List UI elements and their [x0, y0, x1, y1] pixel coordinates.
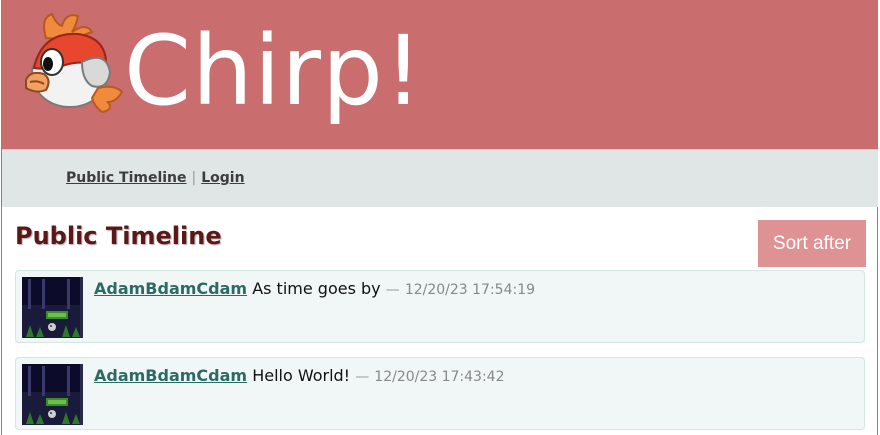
- message-author-link[interactable]: AdamBdamCdam: [94, 366, 247, 385]
- nav-separator: |: [191, 170, 197, 186]
- user-avatar[interactable]: [22, 277, 83, 338]
- page-title: Public Timeline: [15, 222, 222, 250]
- message-timestamp: 12/20/23 17:54:19: [404, 282, 536, 298]
- nav-link-public-timeline[interactable]: Public Timeline: [66, 170, 187, 186]
- message-item: AdamBdamCdam As time goes by — 12/20/23 …: [15, 270, 865, 343]
- message-timestamp: 12/20/23 17:43:42: [374, 369, 505, 385]
- sort-button[interactable]: Sort after: [758, 220, 866, 267]
- header-banner: Chirp!: [2, 0, 878, 149]
- message-text: As time goes by: [252, 279, 381, 298]
- nav-link-login[interactable]: Login: [201, 170, 244, 186]
- bird-logo-icon: [25, 12, 124, 114]
- message-content: AdamBdamCdam Hello World! — 12/20/23 17:…: [94, 366, 505, 385]
- message-dash: —: [385, 282, 400, 298]
- app-title: Chirp!: [124, 15, 424, 127]
- message-item: AdamBdamCdam Hello World! — 12/20/23 17:…: [15, 357, 865, 430]
- message-content: AdamBdamCdam As time goes by — 12/20/23 …: [94, 279, 535, 298]
- message-text: Hello World!: [252, 366, 351, 385]
- nav-links: Public Timeline | Login: [66, 170, 245, 186]
- nav-bar: Public Timeline | Login: [2, 149, 878, 207]
- user-avatar[interactable]: [22, 364, 83, 425]
- message-author-link[interactable]: AdamBdamCdam: [94, 279, 247, 298]
- message-dash: —: [355, 369, 370, 385]
